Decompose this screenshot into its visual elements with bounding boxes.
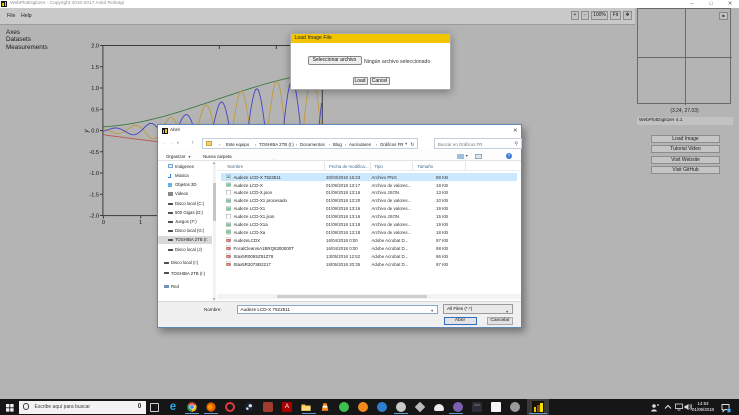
svg-text:2: 2 bbox=[728, 408, 730, 412]
svg-text:0.0: 0.0 bbox=[91, 129, 99, 135]
svg-text:1.0: 1.0 bbox=[91, 86, 99, 92]
svg-text:-0.5: -0.5 bbox=[89, 150, 99, 156]
svg-text:y: y bbox=[83, 129, 90, 134]
svg-text:0.5: 0.5 bbox=[91, 107, 99, 113]
svg-text:0: 0 bbox=[102, 220, 105, 226]
svg-text:-2.0: -2.0 bbox=[89, 214, 99, 220]
svg-text:1: 1 bbox=[139, 220, 142, 226]
svg-text:-1.0: -1.0 bbox=[89, 171, 99, 177]
svg-text:2.0: 2.0 bbox=[91, 44, 99, 50]
svg-text:1.5: 1.5 bbox=[91, 65, 99, 71]
svg-text:-1.5: -1.5 bbox=[89, 192, 99, 198]
